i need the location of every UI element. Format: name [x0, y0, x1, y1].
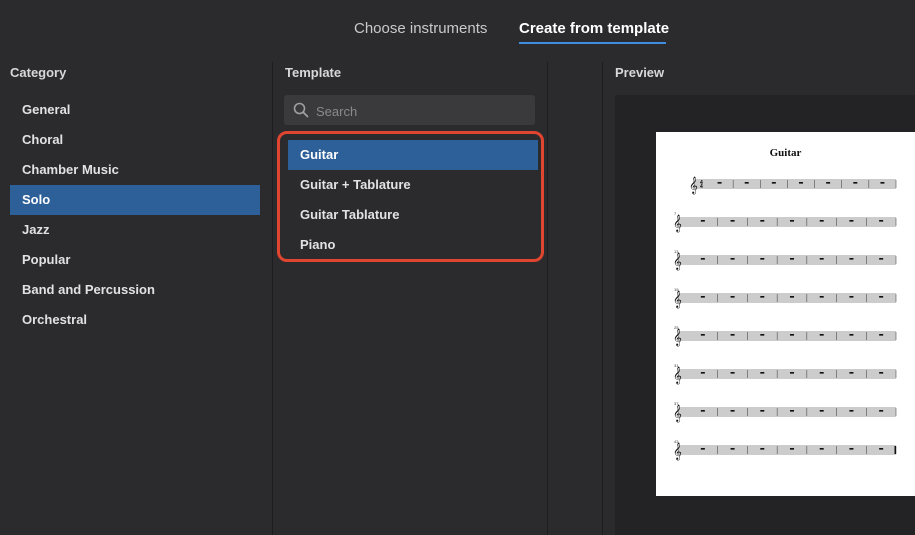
category-item-band-and-percussion[interactable]: Band and Percussion — [10, 275, 260, 305]
search-input[interactable] — [314, 100, 528, 122]
top-tab-bar: Choose instruments Create from template — [0, 0, 915, 63]
measure-number: 37 — [674, 401, 679, 406]
category-item-jazz[interactable]: Jazz — [10, 215, 260, 245]
preview-column: Preview Guitar 𝄞 4 4 𝄞 7 𝄞 13 𝄞 19 𝄞 25 𝄞 31 𝄞 37 𝄞 43 — [603, 62, 915, 535]
tab-choose-instruments[interactable]: Choose instruments — [354, 20, 487, 37]
category-item-popular[interactable]: Popular — [10, 245, 260, 275]
category-item-orchestral[interactable]: Orchestral — [10, 305, 260, 335]
template-search-box[interactable] — [284, 95, 535, 125]
svg-text:4: 4 — [700, 184, 703, 190]
tab-create-from-template[interactable]: Create from template — [519, 20, 669, 37]
treble-clef-icon: 𝄞 — [673, 366, 682, 384]
preview-pane: Guitar 𝄞 4 4 𝄞 7 𝄞 13 𝄞 19 𝄞 25 𝄞 31 𝄞 37 𝄞 43 — [615, 95, 915, 535]
preview-header: Preview — [615, 65, 665, 80]
column-divider-area — [548, 62, 603, 535]
active-tab-indicator — [519, 42, 666, 44]
template-item-guitar[interactable]: Guitar — [288, 140, 538, 170]
template-item-guitar-tablature-combo[interactable]: Guitar + Tablature — [288, 170, 538, 200]
treble-clef-icon: 𝄞 — [673, 252, 682, 270]
template-header: Template — [285, 65, 342, 80]
category-item-general[interactable]: General — [10, 95, 260, 125]
category-header: Category — [10, 65, 67, 80]
treble-clef-icon: 𝄞 — [673, 328, 682, 346]
template-list-highlight: Guitar Guitar + Tablature Guitar Tablatu… — [277, 131, 544, 262]
score-staves: 𝄞 44𝄞7𝄞13𝄞19𝄞25𝄞31𝄞37𝄞43 — [673, 176, 897, 460]
category-item-solo[interactable]: Solo — [10, 185, 260, 215]
treble-clef-icon: 𝄞 — [673, 404, 682, 422]
measure-number: 31 — [674, 363, 679, 368]
template-item-piano[interactable]: Piano — [288, 230, 538, 260]
category-column: Category General Choral Chamber Music So… — [0, 62, 273, 535]
score-preview-page: Guitar 𝄞 4 4 𝄞 7 𝄞 13 𝄞 19 𝄞 25 𝄞 31 𝄞 37 𝄞 43 — [656, 132, 915, 496]
measure-number: 19 — [674, 287, 679, 292]
treble-clef-icon: 𝄞 — [689, 176, 698, 194]
measure-number: 43 — [674, 439, 679, 444]
treble-clef-icon: 𝄞 — [673, 290, 682, 308]
measure-number: 13 — [674, 249, 679, 254]
search-icon — [293, 102, 309, 118]
template-item-guitar-tablature[interactable]: Guitar Tablature — [288, 200, 538, 230]
treble-clef-icon: 𝄞 — [673, 442, 682, 460]
category-item-chamber-music[interactable]: Chamber Music — [10, 155, 260, 185]
template-column: Template Guitar Guitar + Tablature Guita… — [273, 62, 548, 535]
category-item-choral[interactable]: Choral — [10, 125, 260, 155]
measure-number: 25 — [674, 325, 679, 330]
treble-clef-icon: 𝄞 — [673, 214, 682, 232]
